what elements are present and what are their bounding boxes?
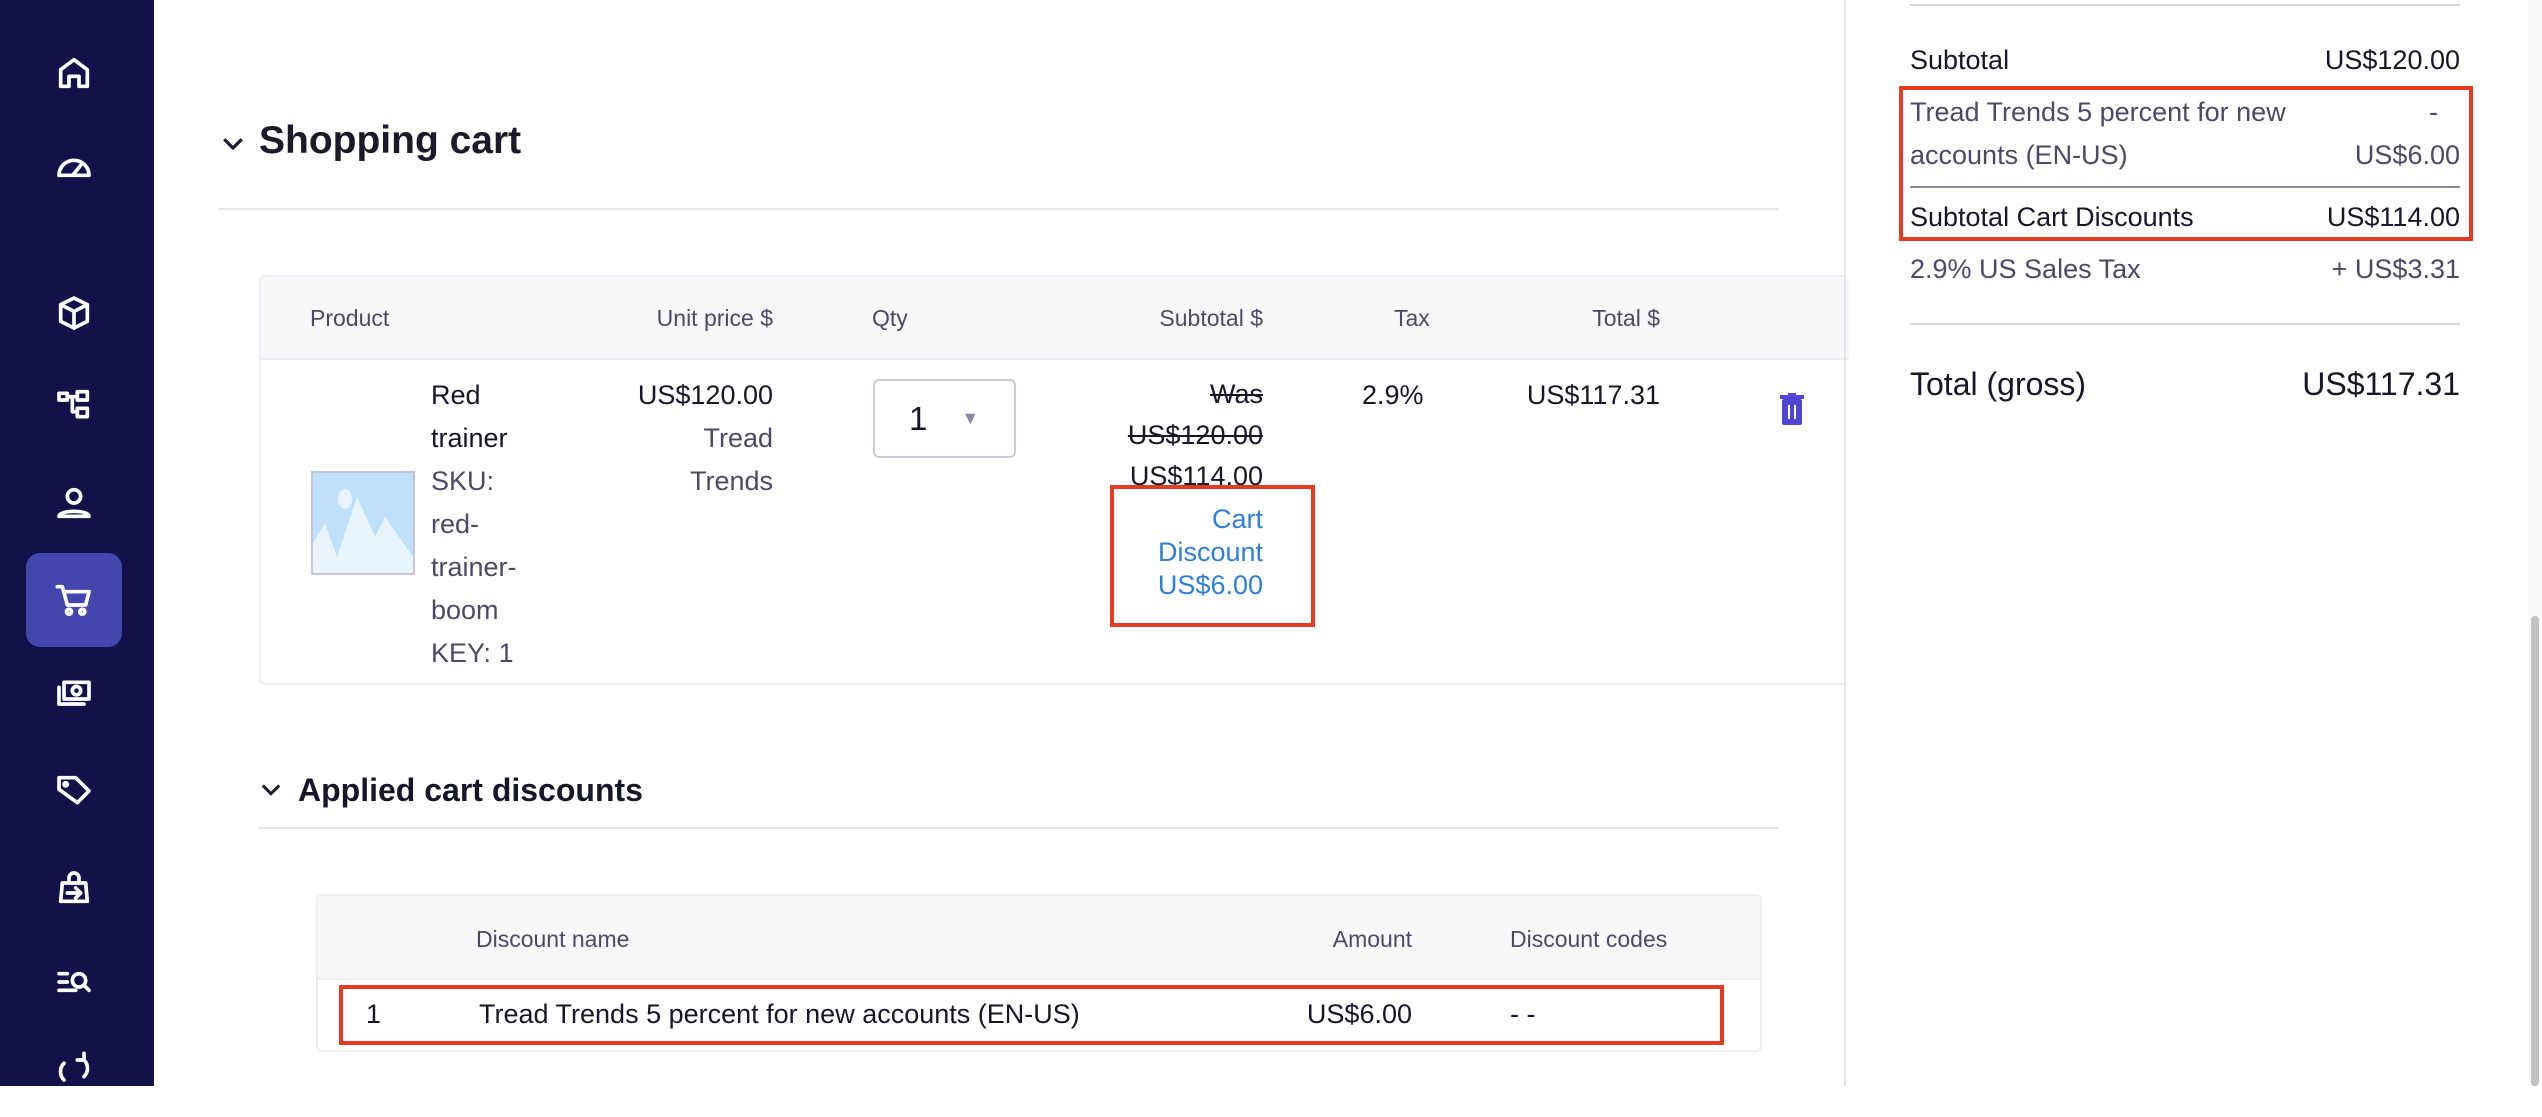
nav-sync[interactable] [26,1023,122,1117]
tax-value: + US$3.31 [2332,248,2460,291]
col-qty: Qty [872,305,908,332]
qty-select[interactable]: 1 ▼ [873,379,1016,458]
nav-home[interactable] [26,26,122,120]
product-sku: SKU:red-trainer-boomKEY: 1 [431,460,517,675]
col-subtotal: Subtotal $ [1159,305,1263,332]
nav-dashboard[interactable] [26,120,122,214]
cart-icon [54,580,94,620]
categories-icon [54,385,94,425]
home-icon [54,53,94,93]
section-title: Applied cart discounts [298,772,643,809]
total-value: US$117.31 [2302,363,2460,406]
col-tax: Tax [1394,305,1430,332]
subtotal-value: US$120.00 [2325,39,2460,82]
nav-orders[interactable] [26,553,122,647]
divider [1910,323,2460,325]
col-total: Total $ [1592,305,1660,332]
nav-products[interactable] [26,266,122,360]
divider [219,208,1778,210]
cart-table: Product Unit price $ Qty Subtotal $ Tax … [259,275,1849,685]
highlight-box [339,985,1724,1045]
search-list-icon [54,962,94,1002]
tag-icon [54,771,94,811]
scrollbar-thumb[interactable] [2531,616,2539,1086]
col-discount-name: Discount name [476,926,629,953]
qty-value: 1 [909,400,927,438]
page-title: Shopping cart [259,119,521,163]
refresh-icon [54,1050,94,1090]
highlight-box [1899,86,2473,241]
tax-value: 2.9% [1362,374,1424,417]
col-product: Product [310,305,389,332]
nav-customers[interactable] [26,456,122,550]
nav-categories[interactable] [26,358,122,452]
highlight-box [1110,485,1315,627]
brand-name: TreadTrends [638,417,773,503]
nav-payments[interactable] [26,647,122,741]
dropdown-arrow-icon: ▼ [961,408,979,429]
product-box-icon [54,293,94,333]
scrollbar[interactable] [2528,0,2542,1086]
total-label: Total (gross) [1910,363,2086,406]
delete-trash-icon[interactable] [1780,393,1804,425]
product-image-placeholder [311,471,415,575]
unit-price-cell: US$120.00 TreadTrends [638,374,773,503]
dashboard-icon [54,147,94,187]
product-info: Redtrainer SKU:red-trainer-boomKEY: 1 [431,374,517,675]
sidebar [0,0,154,1086]
col-discount-codes: Discount codes [1510,926,1667,953]
divider [259,827,1778,829]
col-unit-price: Unit price $ [657,305,773,332]
unit-price: US$120.00 [638,374,773,417]
total-value: US$117.31 [1527,374,1660,417]
subtotal-label: Subtotal [1910,39,2009,82]
order-icon [54,868,94,908]
nav-discounts[interactable] [26,744,122,838]
payments-icon [54,674,94,714]
product-name[interactable]: Redtrainer [431,374,517,460]
panel-divider [1844,0,1846,1086]
chevron-down-icon[interactable] [257,775,285,803]
divider [1910,4,2460,6]
nav-checkout[interactable] [26,841,122,935]
nav-search[interactable] [26,935,122,1029]
was-price: WasUS$120.00 [1128,374,1263,456]
col-amount: Amount [1333,926,1412,953]
chevron-down-icon[interactable] [218,128,248,158]
tax-label: 2.9% US Sales Tax [1910,248,2141,291]
customer-icon [54,483,94,523]
